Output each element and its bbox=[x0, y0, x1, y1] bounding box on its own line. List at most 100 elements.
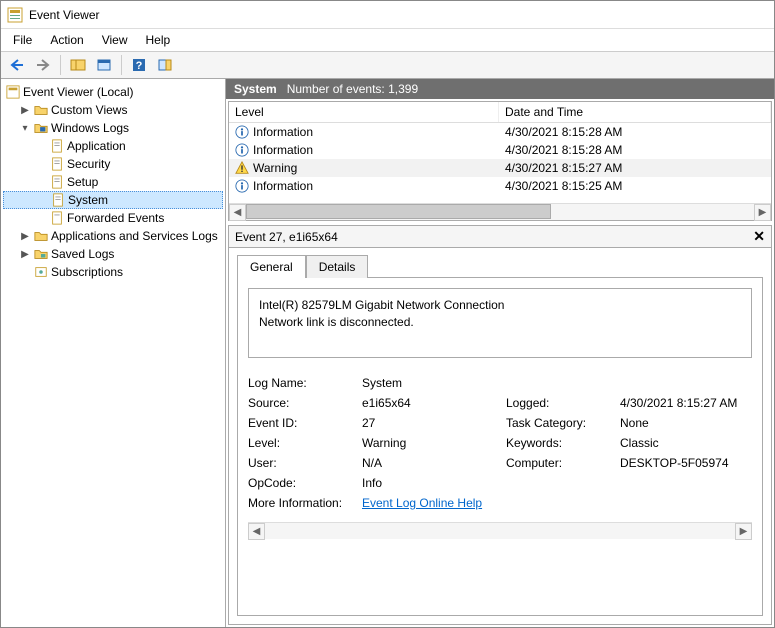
list-header: Level Date and Time bbox=[229, 102, 771, 123]
folder-icon bbox=[33, 228, 49, 244]
forward-button[interactable] bbox=[31, 54, 55, 76]
horizontal-scrollbar[interactable]: ◀ ▶ bbox=[229, 203, 771, 220]
menubar: File Action View Help bbox=[1, 29, 774, 51]
level-text: Information bbox=[253, 143, 313, 157]
tree-application[interactable]: Application bbox=[3, 137, 223, 155]
event-properties: Log Name: System Source: e1i65x64 Logged… bbox=[248, 376, 752, 510]
tree-app-services[interactable]: ▶ Applications and Services Logs bbox=[3, 227, 223, 245]
detail-title: Event 27, e1i65x64 bbox=[235, 230, 338, 244]
content-area: Event Viewer (Local) ▶ Custom Views ▾ Wi… bbox=[1, 79, 774, 627]
info-icon bbox=[235, 179, 249, 193]
toolbar-separator bbox=[121, 55, 122, 75]
label-task-cat: Task Category: bbox=[506, 416, 616, 430]
log-icon bbox=[50, 192, 66, 208]
collapse-icon[interactable]: ▾ bbox=[19, 123, 31, 134]
action-pane-button[interactable] bbox=[153, 54, 177, 76]
label-logged: Logged: bbox=[506, 396, 616, 410]
tree-security[interactable]: Security bbox=[3, 155, 223, 173]
expand-icon[interactable]: ▶ bbox=[19, 249, 31, 260]
titlebar: Event Viewer bbox=[1, 1, 774, 29]
col-date-header[interactable]: Date and Time bbox=[499, 102, 771, 122]
log-icon bbox=[49, 210, 65, 226]
detail-tabs: General Details bbox=[229, 248, 771, 277]
scroll-thumb[interactable] bbox=[246, 204, 551, 219]
value-user: N/A bbox=[362, 456, 502, 470]
event-count: Number of events: 1,399 bbox=[287, 82, 418, 96]
label-more-info: More Information: bbox=[248, 496, 358, 510]
date-text: 4/30/2021 8:15:27 AM bbox=[499, 161, 771, 175]
value-level: Warning bbox=[362, 436, 502, 450]
info-icon bbox=[235, 125, 249, 139]
menu-view[interactable]: View bbox=[94, 31, 136, 49]
tree-setup[interactable]: Setup bbox=[3, 173, 223, 191]
warning-icon bbox=[235, 161, 249, 175]
right-pane: System Number of events: 1,399 Level Dat… bbox=[226, 79, 774, 627]
event-message: Intel(R) 82579LM Gigabit Network Connect… bbox=[248, 288, 752, 358]
detail-header: Event 27, e1i65x64 ✕ bbox=[229, 226, 771, 248]
level-text: Information bbox=[253, 179, 313, 193]
back-button[interactable] bbox=[5, 54, 29, 76]
table-row[interactable]: Information 4/30/2021 8:15:28 AM bbox=[229, 141, 771, 159]
tree-root-label: Event Viewer (Local) bbox=[23, 85, 134, 99]
label-event-id: Event ID: bbox=[248, 416, 358, 430]
subscriptions-icon bbox=[33, 264, 49, 280]
label-opcode: OpCode: bbox=[248, 476, 358, 490]
table-row[interactable]: Information4/30/2021 8:15:25 AM bbox=[229, 177, 771, 195]
folder-windows-icon bbox=[33, 120, 49, 136]
tree-pane[interactable]: Event Viewer (Local) ▶ Custom Views ▾ Wi… bbox=[1, 79, 226, 627]
date-text: 4/30/2021 8:15:28 AM bbox=[499, 125, 771, 139]
value-event-id: 27 bbox=[362, 416, 502, 430]
app-icon bbox=[7, 7, 23, 23]
log-icon bbox=[49, 174, 65, 190]
show-hide-tree-button[interactable] bbox=[66, 54, 90, 76]
scroll-track[interactable] bbox=[246, 204, 754, 221]
value-computer: DESKTOP-5F05974 bbox=[620, 456, 752, 470]
expand-icon[interactable]: ▶ bbox=[19, 231, 31, 242]
label-user: User: bbox=[248, 456, 358, 470]
value-source: e1i65x64 bbox=[362, 396, 502, 410]
date-text: 4/30/2021 8:15:28 AM bbox=[499, 143, 771, 157]
label-keywords: Keywords: bbox=[506, 436, 616, 450]
tree-forwarded[interactable]: Forwarded Events bbox=[3, 209, 223, 227]
menu-file[interactable]: File bbox=[5, 31, 40, 49]
horizontal-scrollbar[interactable]: ◀ ▶ bbox=[248, 522, 752, 539]
online-help-link[interactable]: Event Log Online Help bbox=[362, 496, 482, 510]
menu-help[interactable]: Help bbox=[138, 31, 179, 49]
pane-title: System bbox=[234, 82, 277, 96]
tree-system[interactable]: System bbox=[3, 191, 223, 209]
table-row[interactable]: Warning 4/30/2021 8:15:27 AM bbox=[229, 159, 771, 177]
scroll-track[interactable] bbox=[265, 523, 735, 540]
tree-saved-logs[interactable]: ▶ Saved Logs bbox=[3, 245, 223, 263]
tab-general[interactable]: General bbox=[237, 255, 306, 278]
scroll-left-icon[interactable]: ◀ bbox=[248, 523, 265, 540]
help-button[interactable]: ? bbox=[127, 54, 151, 76]
tab-details[interactable]: Details bbox=[306, 255, 369, 278]
menu-action[interactable]: Action bbox=[42, 31, 91, 49]
col-level-header[interactable]: Level bbox=[229, 102, 499, 122]
toolbar: ? bbox=[1, 51, 774, 79]
table-row[interactable]: Information 4/30/2021 8:15:28 AM bbox=[229, 123, 771, 141]
scroll-right-icon[interactable]: ▶ bbox=[735, 523, 752, 540]
value-keywords: Classic bbox=[620, 436, 752, 450]
log-icon bbox=[49, 138, 65, 154]
level-text: Warning bbox=[253, 161, 297, 175]
scroll-left-icon[interactable]: ◀ bbox=[229, 204, 246, 221]
detail-panel: Event 27, e1i65x64 ✕ General Details Int… bbox=[228, 225, 772, 625]
info-icon bbox=[235, 143, 249, 157]
log-icon bbox=[49, 156, 65, 172]
tree-root[interactable]: Event Viewer (Local) bbox=[3, 83, 223, 101]
message-line: Network link is disconnected. bbox=[259, 314, 741, 331]
properties-button[interactable] bbox=[92, 54, 116, 76]
level-text: Information bbox=[253, 125, 313, 139]
list-body[interactable]: Information4/30/2021 8:15:28 AMInformati… bbox=[229, 123, 771, 203]
folder-icon bbox=[33, 102, 49, 118]
toolbar-separator bbox=[60, 55, 61, 75]
tree-subscriptions[interactable]: Subscriptions bbox=[3, 263, 223, 281]
folder-saved-icon bbox=[33, 246, 49, 262]
expand-icon[interactable]: ▶ bbox=[19, 105, 31, 116]
tree-windows-logs[interactable]: ▾ Windows Logs bbox=[3, 119, 223, 137]
close-icon[interactable]: ✕ bbox=[753, 228, 765, 245]
label-level: Level: bbox=[248, 436, 358, 450]
tree-custom-views[interactable]: ▶ Custom Views bbox=[3, 101, 223, 119]
scroll-right-icon[interactable]: ▶ bbox=[754, 204, 771, 221]
